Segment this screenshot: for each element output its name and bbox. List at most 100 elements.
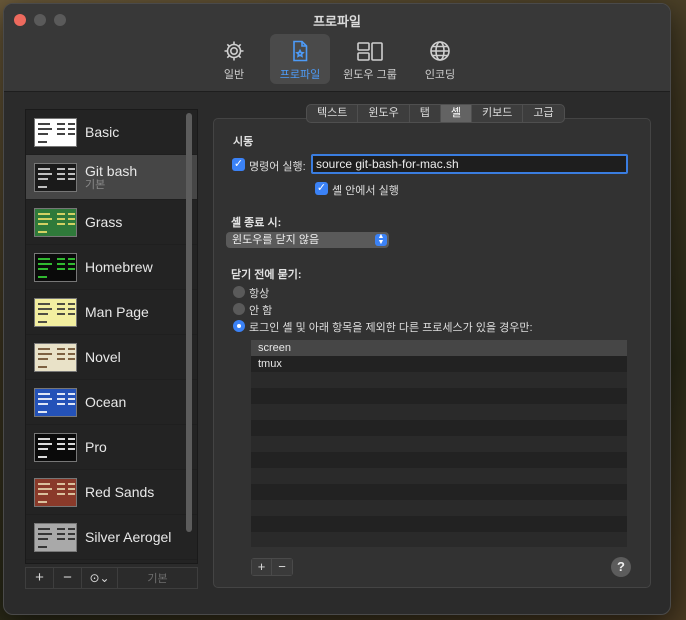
tab-shell[interactable]: 셸 [440,105,472,122]
toolbar-general-label: 일반 [223,69,245,81]
toolbar-window-groups[interactable]: 윈도우 그룹 [336,34,404,84]
profile-list-scrollbar[interactable] [186,113,192,532]
on-exit-value: 윈도우를 닫지 않음 [232,234,320,246]
process-row[interactable] [251,532,627,547]
profile-thumbnail [34,342,77,372]
process-list[interactable]: screen tmux [251,340,627,547]
profile-text: Man Page [85,304,149,320]
window-title: 프로파일 [313,14,361,29]
set-default-button[interactable]: 기본 [118,570,197,586]
profile-item[interactable]: Man Page [26,290,197,335]
toolbar: 일반 프로파일 윈도우 그룹 인코딩 [4,34,670,84]
profile-name: Basic [85,124,120,140]
run-in-shell-checkbox[interactable]: ✓ [315,182,328,195]
process-row[interactable]: tmux [251,356,627,372]
profile-item[interactable]: Grass [26,200,197,245]
process-row[interactable] [251,500,627,516]
process-row[interactable] [251,516,627,532]
tab-tab[interactable]: 탭 [410,105,441,122]
profile-text: Pro [85,439,107,455]
profile-thumbnail [34,252,77,282]
run-command-label: 명령어 실행: [249,161,306,173]
ask-never-label: 안 함 [249,305,273,317]
process-row[interactable] [251,468,627,484]
profile-name: Pro [85,439,107,455]
process-row[interactable] [251,420,627,436]
profile-item[interactable]: Basic [26,110,197,155]
add-profile-button[interactable]: + [26,568,54,588]
on-exit-popup[interactable]: 윈도우를 닫지 않음 ▲ ▼ [226,232,389,248]
tab-text[interactable]: 텍스트 [307,105,359,122]
process-row[interactable] [251,372,627,388]
process-row[interactable] [251,404,627,420]
profile-item[interactable]: Ocean [26,380,197,425]
ask-conditional-label: 로그인 셸 및 아래 항목을 제외한 다른 프로세스가 있을 경우만: [249,322,533,334]
profile-thumbnail [34,522,77,552]
toolbar-profiles-label: 프로파일 [279,69,321,81]
run-in-shell-label: 셸 안에서 실행 [332,185,399,197]
help-button[interactable]: ? [611,557,631,577]
toolbar-profiles[interactable]: 프로파일 [270,34,330,84]
profile-text: Silver Aerogel [85,529,171,545]
tab-keyboard[interactable]: 키보드 [472,105,524,122]
process-row[interactable] [251,388,627,404]
profile-name: Homebrew [85,259,153,275]
profile-text: Ocean [85,394,126,410]
profile-name: Silver Aerogel [85,529,172,545]
process-row[interactable] [251,452,627,468]
profile-thumbnail [34,117,77,147]
profile-name: Git bash [85,162,138,179]
profile-name: Novel [85,349,121,365]
profile-thumbnail [34,477,77,507]
toolbar-encoding-label: 인코딩 [424,69,456,81]
toolbar-encoding[interactable]: 인코딩 [410,34,470,84]
profile-item[interactable]: Pro [26,425,197,470]
ask-always-radio[interactable] [233,286,245,298]
profile-item[interactable]: Git bash 기본 [26,155,197,200]
globe-icon [430,41,450,61]
ask-never-radio[interactable] [233,303,245,315]
gear-icon [224,41,244,61]
add-process-button[interactable]: + [252,559,272,575]
ask-conditional-radio[interactable] [233,320,245,332]
profile-thumbnail [34,432,77,462]
run-command-checkbox[interactable]: ✓ [232,158,245,171]
remove-profile-button[interactable]: − [54,568,82,588]
process-row[interactable]: screen [251,340,627,356]
profile-text: Homebrew [85,259,153,275]
profile-default-badge: 기본 [85,178,106,191]
profile-text: Grass [85,214,122,230]
profile-item[interactable]: Red Sands [26,470,197,515]
profile-thumbnail [34,387,77,417]
profile-item[interactable]: Homebrew [26,245,197,290]
on-exit-section-title: 셸 종료 시: [231,217,282,229]
process-buttons: + − [251,558,293,576]
profile-item[interactable]: Silver Aerogel [26,515,197,560]
profile-item[interactable]: Novel [26,335,197,380]
profile-text: Novel [85,349,121,365]
profile-text: Git bash 기본 [85,163,137,192]
profile-name: Ocean [85,394,127,410]
profile-actions-menu[interactable]: ⊙⌄ [82,568,118,588]
profile-name: Grass [85,214,123,230]
remove-process-button[interactable]: − [272,559,292,575]
process-row[interactable] [251,484,627,500]
command-input[interactable]: source git-bash-for-mac.sh [311,154,628,174]
toolbar-window-groups-label: 윈도우 그룹 [343,69,397,81]
titlebar: 프로파일 일반 프로파일 윈도우 그룹 인코딩 [4,4,670,92]
profile-thumbnail [34,207,77,237]
toolbar-general[interactable]: 일반 [204,34,264,84]
tab-advanced[interactable]: 고급 [523,105,563,122]
tab-window[interactable]: 윈도우 [358,105,410,122]
profile-thumbnail [34,297,77,327]
chevron-updown-icon: ▲ ▼ [375,233,387,246]
profile-text: Red Sands [85,484,154,500]
ask-always-label: 항상 [249,288,270,300]
profile-name: Man Page [85,304,149,320]
profile-list-footer: + − ⊙⌄ 기본 [25,567,198,589]
settings-tabs: 텍스트 윈도우 탭 셸 키보드 고급 [306,104,565,123]
profile-name: Red Sands [85,484,155,500]
profile-list[interactable]: Basic Git bash 기본 Grass Homebrew Man Page Nove… [25,109,198,564]
profile-doc-icon [293,40,308,62]
process-row[interactable] [251,436,627,452]
